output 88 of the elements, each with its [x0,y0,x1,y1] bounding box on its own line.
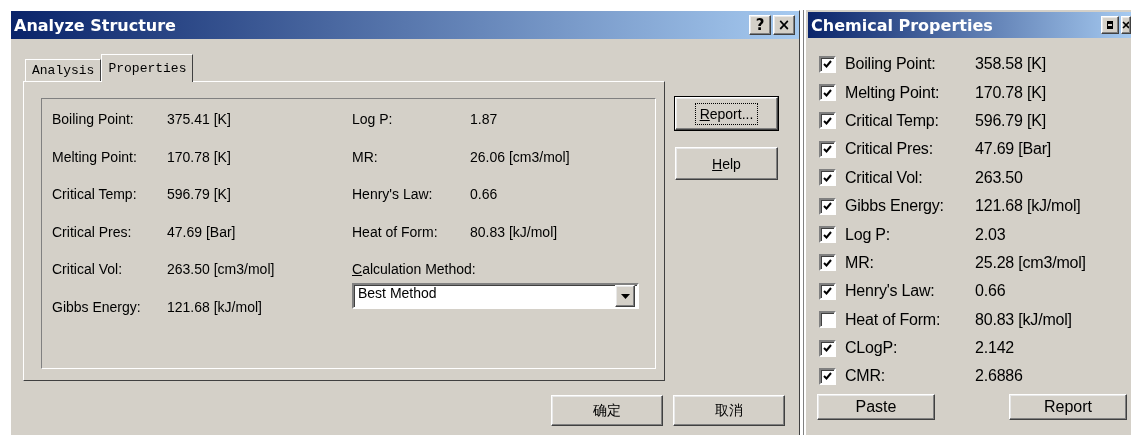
property-label: CLogP: [845,339,899,358]
property-label: Log P: [352,111,394,127]
property-label: Heat of Form: [845,310,942,329]
field-label: Calculation Method: [352,261,476,277]
checkbox[interactable] [819,339,836,357]
close-button[interactable] [1121,16,1131,34]
report-button[interactable]: Report [1009,393,1127,420]
property-label: Critical Temp: [845,111,940,130]
property-value: 47.69 [Bar] [167,223,237,240]
property-value: 80.83 [kJ/mol] [975,310,1073,329]
property-value: 47.69 [Bar] [975,140,1053,159]
property-label: CMR: [845,367,887,386]
property-label: Henry's Law: [352,186,434,202]
tab[interactable]: Properties [101,54,194,82]
property-value: 2.6886 [975,367,1024,386]
property-value: 375.41 [K] [167,111,232,127]
property-label: Log P: [845,225,892,244]
checkmark-icon [823,202,832,211]
checkbox[interactable] [819,254,836,272]
checkbox[interactable] [819,55,836,73]
property-value: 80.83 [kJ/mol] [470,223,559,240]
checkbox[interactable] [819,197,836,215]
property-label: Boiling Point: [52,111,135,127]
property-value: 170.78 [K] [167,148,232,165]
property-label: Critical Pres: [52,223,133,240]
window-title: Analyze Structure [14,15,176,35]
property-label: Critical Pres: [845,140,934,159]
property-value: 596.79 [K] [167,186,232,202]
checkmark-icon [823,287,832,296]
property-value: 263.50 [975,168,1024,187]
property-label: Critical Temp: [52,186,138,202]
checkbox[interactable] [819,84,836,102]
dropdown-arrow-button[interactable] [615,285,635,307]
checkbox[interactable] [819,368,836,385]
property-label: Gibbs Energy: [845,197,945,216]
property-label: Heat of Form: [352,223,439,240]
checkmark-icon [823,116,832,125]
window-icon [1106,21,1114,29]
checkmark-icon [823,372,832,381]
property-label: Gibbs Energy: [52,298,142,315]
checkmark-icon [823,88,832,97]
property-label: Melting Point: [845,83,941,102]
property-label: Boiling Point: [845,55,937,74]
dropdown-value: Best Method [358,285,437,301]
ok-button[interactable]: 确定 [551,395,663,426]
property-value: 596.79 [K] [975,111,1047,130]
help-button[interactable]: ? [749,15,771,35]
checkmark-icon [823,60,832,69]
checkmark-icon [823,344,832,353]
property-value: 121.68 [kJ/mol] [167,298,263,315]
restore-button[interactable] [1101,16,1119,34]
property-value: 0.66 [470,186,499,202]
checkmark-icon [823,258,832,267]
tab[interactable]: Analysis [25,59,102,81]
property-value: 1.87 [470,111,499,127]
property-value: 2.142 [975,339,1016,358]
checkbox[interactable] [819,169,836,187]
property-label: Critical Vol: [52,261,124,277]
cancel-button[interactable]: 取消 [673,395,785,426]
close-icon [1122,21,1129,29]
checkbox[interactable] [819,140,836,158]
property-value: 0.66 [975,282,1007,301]
checkbox[interactable] [819,311,836,329]
property-value: 358.58 [K] [975,55,1047,74]
checkbox[interactable] [819,112,836,130]
property-value: 2.03 [975,225,1007,244]
method-dropdown[interactable]: Best Method [352,283,639,309]
checkbox[interactable] [819,282,836,300]
checkmark-icon [823,173,832,182]
property-label: Henry's Law: [845,282,936,301]
checkmark-icon [823,145,832,154]
property-value: 25.28 [cm3/mol] [975,253,1087,272]
checkmark-icon [823,230,832,239]
caret-icon [620,293,630,299]
property-label: Melting Point: [52,148,138,165]
help-button[interactable]: Help [675,147,778,180]
property-value: 263.50 [cm3/mol] [167,261,276,277]
checkbox[interactable] [819,226,836,244]
property-label: MR: [845,253,875,272]
property-value: 170.78 [K] [975,83,1047,102]
property-label: MR: [352,148,379,165]
property-label: Critical Vol: [845,168,924,187]
paste-button[interactable]: Paste [817,393,935,420]
property-value: 26.06 [cm3/mol] [470,148,571,165]
close-button[interactable]: × [773,15,795,35]
window-title: Chemical Properties [811,15,993,35]
property-value: 121.68 [kJ/mol] [975,197,1082,216]
report-button[interactable]: Report... [675,97,778,130]
